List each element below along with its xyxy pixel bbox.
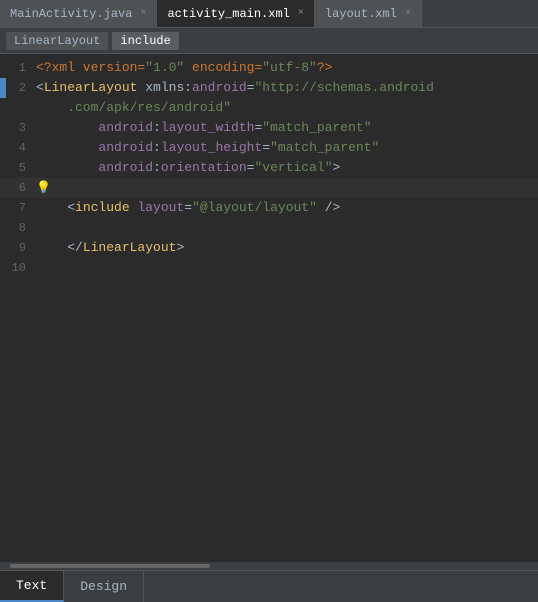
code-token: "http://schemas.android: [254, 80, 433, 95]
code-token: />: [325, 200, 341, 215]
line-number: 6: [0, 178, 36, 198]
code-token: </: [67, 240, 83, 255]
code-line: 5 android:orientation="vertical">: [0, 158, 538, 178]
code-token: [36, 200, 67, 215]
line-content: </LinearLayout>: [36, 238, 538, 258]
code-token: :: [153, 120, 161, 135]
tab-activity-main[interactable]: activity_main.xml ×: [157, 0, 314, 27]
line-content: <?xml version="1.0" encoding="utf-8"?>: [36, 58, 538, 78]
code-token: include: [75, 200, 130, 215]
code-token: android: [98, 120, 153, 135]
code-token: :: [153, 160, 161, 175]
code-token: .com/apk/res/android": [36, 100, 231, 115]
code-token: =: [262, 140, 270, 155]
line-content: <LinearLayout xmlns:android="http://sche…: [36, 78, 538, 98]
scrollbar-area[interactable]: [0, 562, 538, 570]
line-content: <include layout="@layout/layout" />: [36, 198, 538, 218]
line-number: 9: [0, 238, 36, 258]
code-line: 1<?xml version="1.0" encoding="utf-8"?>: [0, 58, 538, 78]
code-token: "1.0": [145, 60, 184, 75]
code-token: xmlns:: [137, 80, 192, 95]
code-line: 4 android:layout_height="match_parent": [0, 138, 538, 158]
scrollbar-thumb[interactable]: [10, 564, 210, 568]
code-token: android: [98, 140, 153, 155]
code-token: [36, 120, 98, 135]
code-line: 3 android:layout_width="match_parent": [0, 118, 538, 138]
line-content: android:layout_width="match_parent": [36, 118, 538, 138]
line-number: 8: [0, 218, 36, 238]
line-number: 10: [0, 258, 36, 278]
code-token: >: [333, 160, 341, 175]
code-token: encoding=: [184, 60, 262, 75]
tab-bar: MainActivity.java×activity_main.xml×layo…: [0, 0, 538, 28]
line-number: 5: [0, 158, 36, 178]
code-token: =: [184, 200, 192, 215]
code-token: ?>: [317, 60, 333, 75]
code-line: .com/apk/res/android": [0, 98, 538, 118]
code-token: android: [98, 160, 153, 175]
tab-main-activity[interactable]: MainActivity.java ×: [0, 0, 157, 27]
code-line: 7 <include layout="@layout/layout" />: [0, 198, 538, 218]
code-token: <: [36, 80, 44, 95]
code-token: LinearLayout: [83, 240, 177, 255]
code-token: layout: [137, 200, 184, 215]
code-token: orientation: [161, 160, 247, 175]
editor: 1<?xml version="1.0" encoding="utf-8"?>2…: [0, 54, 538, 570]
code-token: "utf-8": [262, 60, 317, 75]
tab-close-layout-xml[interactable]: ×: [405, 8, 411, 19]
tab-label-main-activity: MainActivity.java: [10, 7, 132, 21]
code-token: "vertical": [254, 160, 332, 175]
tab-label-layout-xml: layout.xml: [325, 7, 397, 21]
line-content: android:layout_height="match_parent": [36, 138, 538, 158]
code-token: LinearLayout: [44, 80, 138, 95]
code-token: layout_width: [161, 120, 255, 135]
context-bar: LinearLayoutinclude: [0, 28, 538, 54]
crumb-include[interactable]: include: [112, 32, 178, 50]
code-token: >: [176, 240, 184, 255]
tab-close-main-activity[interactable]: ×: [140, 8, 146, 19]
code-token: [36, 240, 67, 255]
code-token: [317, 200, 325, 215]
code-token: <?xml version=: [36, 60, 145, 75]
code-token: android: [192, 80, 247, 95]
code-token: "@layout/layout": [192, 200, 317, 215]
tab-layout-xml[interactable]: layout.xml ×: [315, 0, 422, 27]
code-line: 10: [0, 258, 538, 278]
line-content: android:orientation="vertical">: [36, 158, 538, 178]
code-token: "match_parent": [262, 120, 371, 135]
code-line: 6💡: [0, 178, 538, 198]
tab-label-activity-main: activity_main.xml: [167, 7, 289, 21]
code-token: <: [67, 200, 75, 215]
bulb-icon[interactable]: 💡: [36, 178, 51, 198]
code-token: [36, 160, 98, 175]
code-token: :: [153, 140, 161, 155]
code-line: 9 </LinearLayout>: [0, 238, 538, 258]
line-number: 4: [0, 138, 36, 158]
line-content: .com/apk/res/android": [36, 98, 538, 118]
code-line: 8: [0, 218, 538, 238]
line-number: 1: [0, 58, 36, 78]
bottom-bar: TextDesign: [0, 570, 538, 602]
code-token: layout_height: [161, 140, 262, 155]
code-line: 2<LinearLayout xmlns:android="http://sch…: [0, 78, 538, 98]
code-token: [36, 140, 98, 155]
line-number: 3: [0, 118, 36, 138]
line-number: 7: [0, 198, 36, 218]
bottom-tab-design[interactable]: Design: [64, 571, 144, 602]
bottom-tab-text[interactable]: Text: [0, 571, 64, 602]
code-area: 1<?xml version="1.0" encoding="utf-8"?>2…: [0, 54, 538, 562]
code-token: "match_parent": [270, 140, 379, 155]
line-indicator: [0, 78, 6, 98]
tab-close-activity-main[interactable]: ×: [298, 8, 304, 19]
crumb-linear-layout[interactable]: LinearLayout: [6, 32, 108, 50]
